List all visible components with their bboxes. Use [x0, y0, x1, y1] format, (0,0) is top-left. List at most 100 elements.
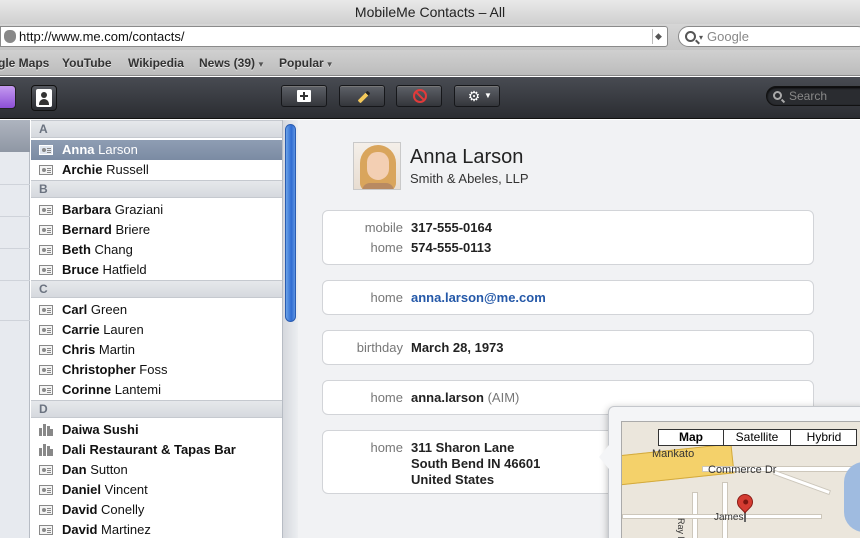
contact-first-name: Daiwa Sushi [62, 422, 139, 437]
phone-value[interactable]: 317-555-0164 [411, 219, 492, 237]
add-contact-button[interactable] [281, 85, 327, 107]
contact-card-icon [39, 485, 53, 495]
contact-last-name: Briere [115, 222, 151, 237]
chevron-down-icon: ▼ [484, 91, 492, 100]
bookmark-youtube[interactable]: YouTube [62, 56, 112, 70]
contact-first-name: Daniel [62, 482, 102, 497]
map-road [772, 469, 832, 496]
scrollbar-thumb[interactable] [285, 124, 296, 322]
contact-first-name: Carrie [62, 322, 100, 337]
contact-row[interactable]: Corinne Lantemi [31, 380, 282, 400]
contact-row[interactable]: Carl Green [31, 300, 282, 320]
map-water [844, 462, 860, 532]
google-search-field[interactable]: ▾ Google [678, 26, 860, 47]
bookmark-wikipedia[interactable]: Wikipedia [128, 56, 184, 70]
contact-card-icon [39, 525, 53, 535]
phone-row: mobile 317-555-0164 [323, 219, 815, 237]
bookmark-popular[interactable]: Popular ▼ [279, 56, 334, 70]
gear-icon: ⚙ [467, 88, 481, 104]
contact-first-name: Bruce [62, 262, 99, 277]
contact-first-name: Chris [62, 342, 96, 357]
contact-row[interactable]: Archie Russell [31, 160, 282, 180]
contact-card-icon [39, 385, 53, 395]
section-header: B [31, 180, 282, 198]
bookmark-news[interactable]: News (39) ▼ [199, 56, 265, 70]
im-row: home anna.larson (AIM) [323, 389, 815, 407]
contact-last-name: Martinez [101, 522, 151, 537]
contact-last-name: Hatfield [102, 262, 147, 277]
map-view[interactable]: Mankato Commerce Dr Ray Dr James Map Sat… [621, 421, 860, 538]
map-pin-icon[interactable] [733, 490, 757, 514]
contact-last-name: Larson [98, 142, 138, 157]
contact-row[interactable]: Daniel Vincent [31, 480, 282, 500]
contact-first-name: Anna [62, 142, 95, 157]
contact-row[interactable]: Christopher Foss [31, 360, 282, 380]
contact-card-icon [39, 225, 53, 235]
group-divider [0, 280, 30, 281]
group-divider [0, 216, 30, 217]
map-tab-map[interactable]: Map [659, 430, 724, 445]
groups-button[interactable] [0, 85, 16, 109]
contact-last-name: Chang [94, 242, 133, 257]
phone-label: home [370, 240, 403, 255]
contact-card-icon [39, 325, 53, 335]
google-search-placeholder: Google [707, 29, 749, 44]
contact-row[interactable]: Daiwa Sushi [31, 420, 282, 440]
email-card: home anna.larson@me.com [322, 280, 814, 315]
group-divider [0, 320, 30, 321]
contacts-search-input[interactable]: Search [766, 86, 860, 106]
phone-value[interactable]: 574-555-0113 [411, 239, 491, 257]
delete-button[interactable] [396, 85, 442, 107]
contact-card-icon [39, 365, 53, 375]
list-scrollbar[interactable] [282, 120, 298, 538]
contact-row[interactable]: David Conelly [31, 500, 282, 520]
email-label: home [370, 290, 403, 305]
contact-card-icon [39, 205, 53, 215]
contact-first-name: David [62, 522, 98, 537]
bookmark-maps[interactable]: gle Maps [0, 56, 49, 70]
search-icon [773, 91, 782, 100]
search-icon [685, 31, 696, 42]
contact-first-name: David [62, 502, 98, 517]
building-icon [39, 424, 53, 436]
actions-button[interactable]: ⚙ ▼ [454, 85, 500, 107]
map-tab-satellite[interactable]: Satellite [724, 430, 791, 445]
contact-last-name: Lauren [103, 322, 144, 337]
birthday-label: birthday [356, 340, 403, 355]
address-bar: http://www.me.com/contacts/ ◆ ▾ Google [0, 24, 860, 50]
edit-button[interactable] [339, 85, 385, 107]
contact-row[interactable]: Dan Sutton [31, 460, 282, 480]
contact-row[interactable]: David Martinez [31, 520, 282, 538]
contact-row[interactable]: Bernard Briere [31, 220, 282, 240]
contact-row[interactable]: Beth Chang [31, 240, 282, 260]
group-item-all[interactable] [0, 120, 30, 152]
address-line3[interactable]: United States [411, 471, 494, 489]
map-popover: Mankato Commerce Dr Ray Dr James Map Sat… [599, 406, 860, 538]
email-link[interactable]: anna.larson@me.com [411, 289, 546, 307]
pencil-icon [357, 90, 371, 104]
reload-icon[interactable]: ◆ [652, 29, 664, 44]
building-icon [39, 444, 53, 456]
contact-last-name: Conelly [101, 502, 145, 517]
chevron-down-icon: ▼ [325, 60, 334, 69]
contact-row[interactable]: Barbara Graziani [31, 200, 282, 220]
map-tab-hybrid[interactable]: Hybrid [791, 430, 857, 445]
map-type-tabs: Map Satellite Hybrid [658, 429, 857, 446]
contact-card-icon [39, 345, 53, 355]
contact-company: Smith & Abeles, LLP [410, 171, 529, 186]
contact-card-icon [39, 305, 53, 315]
contact-last-name: Foss [139, 362, 168, 377]
contact-row[interactable]: Anna Larson [31, 140, 282, 160]
contact-row[interactable]: Carrie Lauren [31, 320, 282, 340]
contact-row[interactable]: Bruce Hatfield [31, 260, 282, 280]
contact-card-icon [39, 245, 53, 255]
contact-last-name: Lantemi [114, 382, 161, 397]
contact-first-name: Dali Restaurant & Tapas Bar [62, 442, 236, 457]
contact-card-icon [39, 505, 53, 515]
url-field[interactable]: http://www.me.com/contacts/ ◆ [0, 26, 668, 47]
contact-row[interactable]: Chris Martin [31, 340, 282, 360]
contact-row[interactable]: Dali Restaurant & Tapas Bar [31, 440, 282, 460]
card-view-button[interactable] [31, 85, 57, 111]
birthday-value: March 28, 1973 [411, 340, 504, 355]
contact-card-icon [39, 165, 53, 175]
